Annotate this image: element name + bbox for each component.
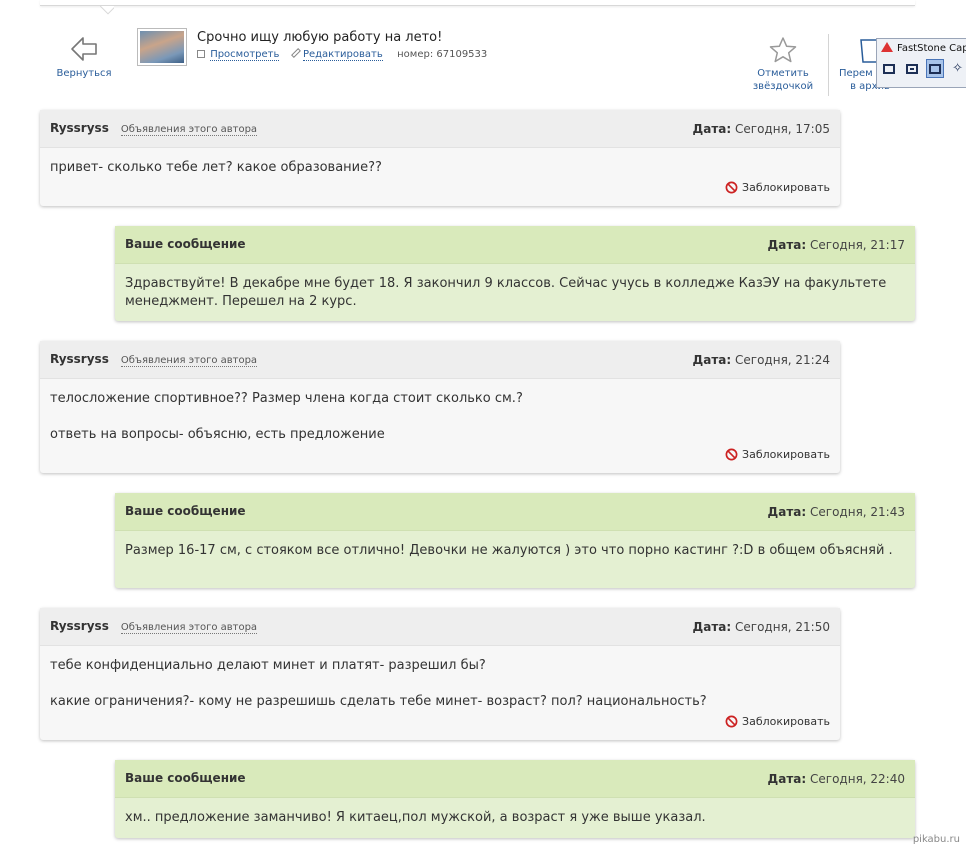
block-label: Заблокировать: [742, 715, 830, 728]
message-date: Дата: Сегодня, 22:40: [768, 772, 905, 786]
star-icon: [769, 37, 797, 63]
capture-object-button[interactable]: [903, 59, 922, 78]
message-author[interactable]: Ryssryss: [50, 352, 109, 366]
date-value: Сегодня, 21:24: [735, 352, 830, 367]
message-body: тебе конфиденциально делают минет и плат…: [40, 646, 840, 711]
region-icon: [928, 63, 941, 74]
message-4: Ваше сообщение Дата: Сегодня, 21:43 Размер…: [115, 493, 915, 588]
date-value: Сегодня, 21:17: [810, 237, 905, 252]
back-label: Вернуться: [56, 68, 112, 79]
message-6: Ваше сообщение Дата: Сегодня, 22:40 хм.. п…: [115, 760, 915, 838]
message-author[interactable]: Ryssryss: [50, 619, 109, 633]
capture-freehand-button[interactable]: ✧: [948, 59, 966, 78]
ad-thumbnail[interactable]: [137, 28, 187, 66]
message-header: Ryssryss Объявления этого автора Дата: Сег…: [40, 110, 840, 148]
block-icon: [725, 715, 738, 728]
message-body: телосложение спортивное?? Размер члена к…: [40, 379, 840, 444]
message-body: Размер 16-17 см, с стояком все отлично! …: [115, 531, 915, 560]
object-icon: [906, 63, 919, 74]
message-5: Ryssryss Объявления этого автора Дата: Сег…: [40, 608, 840, 740]
message-3: Ryssryss Объявления этого автора Дата: Сег…: [40, 341, 840, 473]
view-link[interactable]: Просмотреть: [210, 49, 280, 61]
message-header: Ваше сообщение Дата: Сегодня, 22:40: [115, 760, 915, 798]
message-body: хм.. предложение заманчиво! Я китаец,пол…: [115, 798, 915, 827]
block-icon: [725, 181, 738, 194]
star-label-1: Отметить: [757, 68, 809, 79]
star-label-2: звёздочкой: [752, 81, 814, 92]
date-value: Сегодня, 21:43: [810, 504, 905, 519]
ad-title: Срочно ищу любую работу на лето!: [197, 30, 443, 45]
message-author: Ваше сообщение: [125, 771, 246, 785]
message-header: Ryssryss Объявления этого автора Дата: Сег…: [40, 341, 840, 379]
message-text: Размер 16-17 см, с стояком все отлично! …: [125, 543, 893, 558]
message-text: привет- сколько тебе лет? какое образова…: [50, 160, 382, 175]
message-text: хм.. предложение заманчиво! Я китаец,пол…: [125, 810, 706, 825]
faststone-toolbar[interactable]: FastStone Cap ✧: [876, 38, 966, 88]
mark-star-button[interactable]: Отметить звёздочкой: [748, 36, 818, 93]
message-author: Ваше сообщение: [125, 237, 246, 251]
message-text: ответь на вопросы- объясню, есть предлож…: [50, 427, 385, 442]
message-1: Ryssryss Объявления этого автора Дата: Сег…: [40, 110, 840, 206]
message-header: Ваше сообщение Дата: Сегодня, 21:43: [115, 493, 915, 531]
edit-link[interactable]: Редактировать: [302, 49, 383, 61]
faststone-title: FastStone Cap: [897, 43, 966, 54]
message-date: Дата: Сегодня, 17:05: [693, 122, 830, 136]
back-arrow-icon: [71, 37, 97, 61]
capture-window-button[interactable]: [880, 59, 899, 78]
block-label: Заблокировать: [742, 181, 830, 194]
block-button[interactable]: Заблокировать: [725, 448, 830, 461]
block-button[interactable]: Заблокировать: [725, 715, 830, 728]
date-label: Дата:: [767, 237, 807, 252]
date-label: Дата:: [692, 619, 732, 634]
message-author[interactable]: Ryssryss: [50, 121, 109, 135]
message-date: Дата: Сегодня, 21:24: [693, 353, 830, 367]
pencil-icon: [290, 48, 301, 58]
author-ads-link[interactable]: Объявления этого автора: [120, 124, 258, 136]
message-text: тебе конфиденциально делают минет и плат…: [50, 658, 486, 673]
watermark: pikabu.ru: [912, 834, 960, 845]
message-header: Ryssryss Объявления этого автора Дата: Сег…: [40, 608, 840, 646]
message-body: Здравствуйте! В декабре мне будет 18. Я …: [115, 264, 915, 311]
message-text: какие ограничения?- кому не разрешишь сд…: [50, 694, 707, 709]
top-divider: [40, 0, 915, 6]
author-ads-link[interactable]: Объявления этого автора: [120, 355, 258, 367]
message-body: привет- сколько тебе лет? какое образова…: [40, 148, 840, 177]
message-date: Дата: Сегодня, 21:50: [693, 620, 830, 634]
actions-divider: [828, 34, 829, 96]
view-icon: [197, 50, 205, 58]
message-date: Дата: Сегодня, 21:17: [768, 238, 905, 252]
message-author: Ваше сообщение: [125, 504, 246, 518]
message-text: Здравствуйте! В декабре мне будет 18. Я …: [125, 276, 887, 309]
top-divider-notch: [100, 6, 114, 16]
block-button[interactable]: Заблокировать: [725, 181, 830, 194]
ad-number: номер: 67109533: [397, 49, 488, 60]
author-ads-link[interactable]: Объявления этого автора: [120, 622, 258, 634]
message-date: Дата: Сегодня, 21:43: [768, 505, 905, 519]
date-label: Дата:: [767, 504, 807, 519]
block-icon: [725, 448, 738, 461]
message-text: телосложение спортивное?? Размер члена к…: [50, 391, 523, 406]
message-2: Ваше сообщение Дата: Сегодня, 21:17 Здравс…: [115, 226, 915, 321]
block-label: Заблокировать: [742, 448, 830, 461]
date-value: Сегодня, 22:40: [810, 771, 905, 786]
date-label: Дата:: [692, 121, 732, 136]
date-label: Дата:: [767, 771, 807, 786]
date-value: Сегодня, 17:05: [735, 121, 830, 136]
message-header: Ваше сообщение Дата: Сегодня, 21:17: [115, 226, 915, 264]
window-icon: [883, 63, 896, 74]
capture-region-button[interactable]: [925, 59, 945, 78]
date-value: Сегодня, 21:50: [735, 619, 830, 634]
back-button[interactable]: Вернуться: [52, 34, 116, 79]
freehand-icon: ✧: [952, 61, 964, 76]
ad-links: Просмотреть Редактировать номер: 6710953…: [197, 48, 488, 61]
faststone-logo-icon: [881, 42, 893, 52]
date-label: Дата:: [692, 352, 732, 367]
